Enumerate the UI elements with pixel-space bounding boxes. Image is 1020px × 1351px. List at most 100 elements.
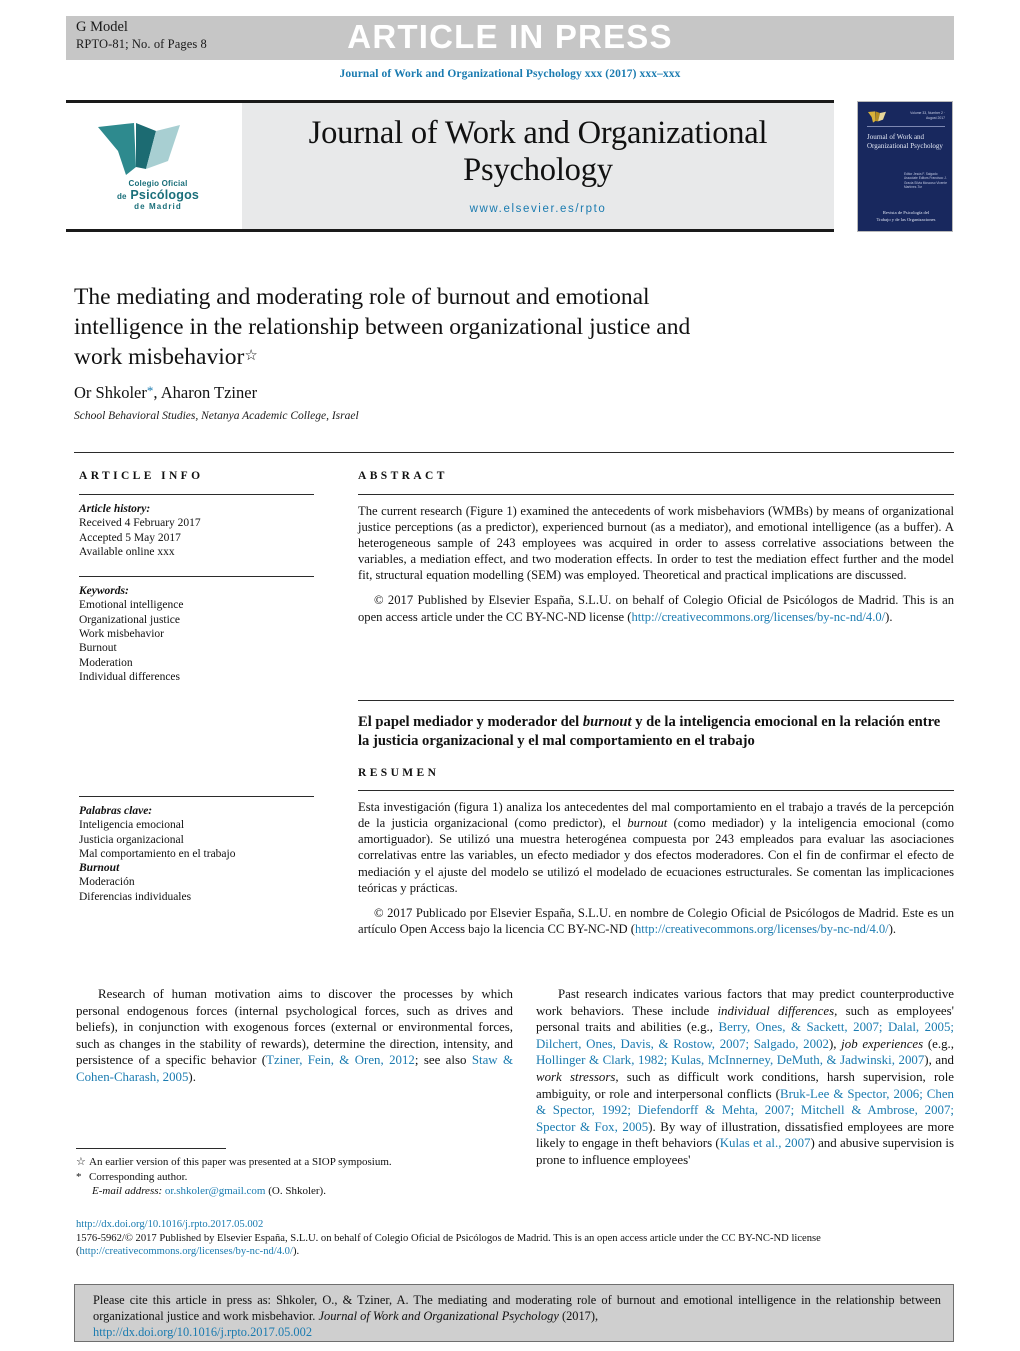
publisher-footer: http://dx.doi.org/10.1016/j.rpto.2017.05…	[76, 1218, 956, 1259]
license-paren-close: ).	[292, 1246, 300, 1258]
intro-right-t3: ),	[828, 1036, 842, 1051]
cite-this-article-text: Please cite this article in press as: Sh…	[93, 1292, 941, 1341]
email-link[interactable]: or.shkoler@gmail.com	[165, 1185, 266, 1197]
keyword-item: Individual differences	[79, 670, 181, 683]
intro-left-t3: ).	[188, 1069, 196, 1084]
palabra-item: Mal comportamiento en el trabajo	[79, 847, 236, 860]
publisher-license-link[interactable]: http://creativecommons.org/licenses/by-n…	[80, 1246, 293, 1257]
keyword-item: Work misbehavior	[79, 628, 164, 641]
footnote-email-line: E-mail address: or.shkoler@gmail.com (O.…	[76, 1184, 513, 1199]
citation-link[interactable]: Hollinger & Clark, 1982; Kulas, McInnern…	[536, 1053, 924, 1067]
article-history-block: Article history: Received 4 February 201…	[79, 502, 314, 559]
abstract-heading: ABSTRACT	[358, 470, 448, 482]
publisher-license-pre: 1576-5962/© 2017 Published by Elsevier E…	[76, 1232, 821, 1244]
keywords-rule	[79, 576, 314, 578]
palabra-item: Diferencias individuales	[79, 890, 192, 903]
body-column-right: Past research indicates various factors …	[536, 986, 954, 1169]
resumen-body: Esta investigación (figura 1) analiza lo…	[358, 799, 954, 937]
palabras-label: Palabras clave:	[79, 805, 153, 817]
footnote-corresponding-text: Corresponding author.	[89, 1170, 188, 1183]
article-history-accepted: Accepted 5 May 2017	[79, 531, 181, 544]
masthead-title-box: Journal of Work and Organizational Psych…	[242, 103, 834, 229]
palabras-block: Palabras clave: Inteligencia emocional J…	[79, 804, 314, 904]
email-label: E-mail address:	[92, 1185, 163, 1198]
palabras-rule	[79, 796, 314, 797]
abstract-license-link[interactable]: http://creativecommons.org/licenses/by-n…	[631, 610, 885, 624]
intro-right-t4: (e.g.,	[923, 1036, 954, 1051]
palabra-item: Justicia organizacional	[79, 833, 184, 846]
citation-link[interactable]: Kulas et al., 2007	[720, 1136, 811, 1150]
author-affiliation: School Behavioral Studies, Netanya Acade…	[74, 410, 359, 422]
resumen-text-italic: burnout	[627, 816, 668, 831]
keyword-item: Burnout	[79, 642, 117, 655]
article-first-page: G Model RPTO-81; No. of Pages 8 ARTICLE …	[0, 0, 1020, 1351]
logo-line-3: de Madrid	[134, 202, 182, 211]
publisher-logo-text: Colegio Oficial de Psicólogos de Madrid	[78, 179, 238, 213]
publisher-logo: Colegio Oficial de Psicólogos de Madrid	[66, 103, 242, 229]
intro-paragraph-right: Past research indicates various factors …	[536, 986, 954, 1169]
journal-reference-line: Journal of Work and Organizational Psych…	[339, 68, 681, 80]
cover-footer-line-2: Trabajo y de las Organizaciones	[876, 216, 936, 222]
masthead-bottom-rule	[66, 229, 834, 232]
keywords-label: Keywords:	[79, 585, 129, 598]
resumen-column: El papel mediador y moderador del burnou…	[358, 700, 954, 937]
journal-title: Journal of Work and Organizational Psych…	[308, 115, 768, 188]
cite-year: (2017),	[558, 1309, 599, 1324]
publisher-license-line: 1576-5962/© 2017 Published by Elsevier E…	[76, 1232, 956, 1259]
journal-masthead: Colegio Oficial de Psicólogos de Madrid …	[66, 103, 834, 229]
article-authors: Or Shkoler*, Aharon Tziner	[74, 381, 714, 403]
cover-rule	[867, 126, 945, 127]
cover-issue-text: Volume 33, Number 2 · August 2017	[910, 111, 945, 120]
intro-right-it3: work stressors	[536, 1069, 616, 1084]
logo-psicologos: Psicólogos	[130, 187, 200, 202]
footnote-corresponding: * Corresponding author.	[76, 1170, 513, 1185]
intro-right-it1: individual differences	[717, 1003, 835, 1018]
article-history-online: Available online xxx	[79, 545, 175, 558]
cite-doi-link[interactable]: http://dx.doi.org/10.1016/j.rpto.2017.05…	[93, 1325, 312, 1339]
intro-left-t2: ; see also	[414, 1053, 472, 1068]
article-in-press-text: ARTICLE IN PRESS	[347, 18, 673, 55]
footnote-symposium: ☆ An earlier version of this paper was pr…	[76, 1155, 513, 1170]
resumen-license-link[interactable]: http://creativecommons.org/licenses/by-n…	[635, 922, 889, 936]
logo-line-2: de Psicólogos	[78, 187, 238, 203]
intro-paragraph-left: Research of human motivation aims to dis…	[76, 986, 513, 1086]
logo-de-prefix: de	[116, 191, 127, 201]
author-1: Or Shkoler	[74, 383, 147, 402]
colegio-oficial-bird-icon	[98, 123, 180, 175]
info-abstract-top-rule	[74, 452, 954, 453]
article-info-heading: ARTICLE INFO	[79, 470, 204, 482]
cover-logo-icon	[868, 111, 886, 123]
article-info-column: ARTICLE INFO Article history: Received 4…	[79, 470, 314, 684]
resumen-title: El papel mediador y moderador del burnou…	[358, 713, 954, 750]
resumen-title-italic: burnout	[582, 714, 632, 730]
title-footnote-marker[interactable]: ☆	[244, 348, 257, 364]
keyword-item: Organizational justice	[79, 613, 181, 626]
journal-cover-thumbnail[interactable]: Volume 33, Number 2 · August 2017 Journa…	[857, 101, 953, 232]
author-2: , Aharon Tziner	[153, 383, 258, 402]
abstract-column: ABSTRACT The current research (Figure 1)…	[358, 470, 954, 625]
keyword-item: Moderation	[79, 656, 133, 669]
citation-link[interactable]: Tziner, Fein, & Oren, 2012	[266, 1053, 415, 1067]
intro-right-t5: ), and	[924, 1053, 954, 1068]
footnote-symposium-text: An earlier version of this paper was pre…	[89, 1156, 392, 1168]
cover-editors: Editor Jesús F. Salgado Associate Editor…	[904, 172, 947, 190]
footnote-dagger-marker: ☆	[76, 1156, 86, 1168]
doi-link[interactable]: http://dx.doi.org/10.1016/j.rpto.2017.05…	[76, 1218, 956, 1232]
article-title: The mediating and moderating role of bur…	[74, 283, 714, 373]
palabras-clave-column: Palabras clave: Inteligencia emocional J…	[79, 796, 314, 904]
palabra-item: Inteligencia emocional	[79, 819, 185, 832]
resumen-copyright-post: ).	[888, 921, 897, 936]
article-title-text: The mediating and moderating role of bur…	[74, 284, 691, 370]
abstract-copyright-post: ).	[885, 609, 893, 624]
journal-website-link[interactable]: www.elsevier.es/rpto	[242, 203, 834, 215]
resumen-top-rule	[358, 700, 954, 701]
article-history-received: Received 4 February 2017	[79, 517, 201, 530]
article-info-rule	[79, 494, 314, 495]
abstract-rule	[358, 494, 954, 495]
body-column-left: Research of human motivation aims to dis…	[76, 986, 513, 1086]
abstract-body: The current research (Figure 1) examined…	[358, 503, 954, 625]
cover-title: Journal of Work and Organizational Psych…	[867, 133, 943, 150]
palabra-item: Burnout	[79, 862, 120, 875]
palabra-item: Moderación	[79, 876, 135, 889]
footnote-rule	[76, 1148, 226, 1149]
